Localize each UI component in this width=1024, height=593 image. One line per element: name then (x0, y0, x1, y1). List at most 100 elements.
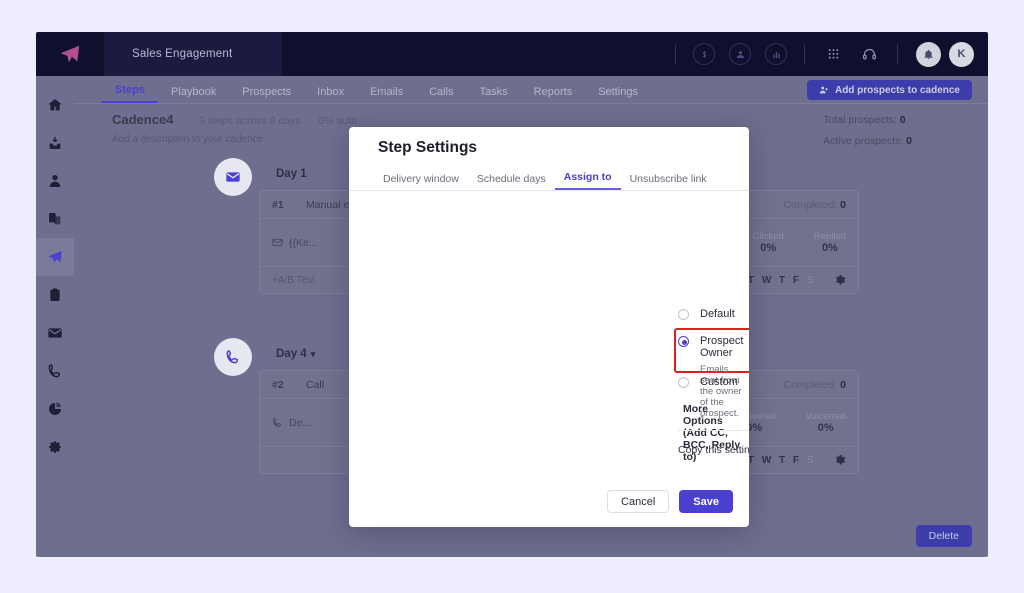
tab-schedule-days[interactable]: Schedule days (468, 173, 555, 190)
cadence-stats: Total prospects: 0 Active prospects: 0 (823, 110, 912, 152)
tab-settings[interactable]: Settings (585, 86, 651, 103)
metric-label: Replied (813, 231, 846, 242)
day-label-text: Day 4 (276, 348, 307, 360)
total-prospects-value: 0 (899, 114, 906, 126)
completed-label: Completed: (783, 378, 838, 391)
cadence-meta: 3 steps across 9 days 0% auto (199, 115, 357, 127)
tab-assign-to[interactable]: Assign to (554, 171, 621, 190)
app-window: Sales Engagement K Steps Playbook Prospe… (36, 32, 988, 557)
chevron-down-icon[interactable]: ▾ (311, 349, 316, 360)
brand-name: Sales Engagement (104, 32, 282, 76)
topbar-actions: K (665, 32, 988, 76)
sidebar-item-cadences[interactable] (36, 238, 74, 276)
copy-setting-row: Copy this setting for all emails in this… (678, 443, 749, 457)
tab-steps[interactable]: Steps (102, 84, 158, 103)
add-prospects-button[interactable]: Add prospects to cadence (806, 80, 972, 100)
day-label[interactable]: Day 4 ▾ (276, 348, 315, 360)
tab-unsubscribe-link[interactable]: Unsubscribe link (621, 173, 716, 190)
chart-circle-icon[interactable] (765, 43, 787, 65)
tab-calls[interactable]: Calls (416, 86, 466, 103)
active-prospects-label: Active prospects: (823, 135, 904, 147)
completed-value: 0 (840, 378, 846, 391)
tab-reports[interactable]: Reports (521, 86, 586, 103)
cadence-title: Cadence4 (112, 112, 174, 127)
divider (675, 44, 676, 64)
completed-count: Completed: 0 (784, 379, 846, 391)
delete-button[interactable]: Delete (915, 525, 972, 547)
metric-replied: Replied 0% (814, 231, 846, 254)
person-circle-icon[interactable] (729, 43, 751, 65)
sidebar-item-tasks[interactable] (36, 276, 74, 314)
step-number: #2 (272, 378, 284, 391)
sidebar-item-emails[interactable] (36, 314, 74, 352)
divider (678, 430, 749, 431)
mail-icon (272, 237, 283, 248)
day-label[interactable]: Day 1 (276, 168, 307, 180)
divider (897, 44, 898, 64)
step-subject: {{Ke... (272, 237, 318, 249)
completed-count: Completed: 0 (784, 199, 846, 211)
dollar-circle-icon[interactable] (693, 43, 715, 65)
top-bar: Sales Engagement K (36, 32, 988, 76)
sidebar-item-reports[interactable] (36, 390, 74, 428)
sidebar-item-calls[interactable] (36, 352, 74, 390)
metric-label: Clicked (752, 231, 784, 242)
metric-value: 0% (760, 242, 777, 254)
paper-plane-icon[interactable] (36, 32, 104, 76)
metric-value: 0% (817, 422, 834, 434)
add-prospects-label: Add prospects to cadence (834, 84, 960, 96)
cancel-button[interactable]: Cancel (607, 490, 670, 513)
total-prospects-label: Total prospects: (823, 114, 897, 126)
sidebar-item-prospects[interactable] (36, 162, 74, 200)
step-subject-text: De... (289, 416, 312, 429)
save-button[interactable]: Save (679, 490, 733, 513)
copy-setting-label: Copy this setting for all emails in this… (678, 444, 749, 456)
modal-footer: Cancel Save (607, 490, 733, 513)
apps-grid-icon[interactable] (823, 44, 843, 64)
gear-icon[interactable] (834, 454, 846, 466)
person-plus-icon (819, 85, 829, 95)
radio-prospect-owner-icon[interactable] (678, 336, 689, 347)
modal-tabs: Delivery window Schedule days Assign to … (349, 167, 749, 191)
step-metrics: Answered 0% Voicemail 0% (733, 411, 846, 434)
avatar[interactable]: K (949, 41, 974, 67)
ab-test-button[interactable]: +A/B Test (272, 275, 315, 286)
step-subject-text: {{Ke... (289, 236, 318, 249)
option-prospect-owner-row: Prospect Owner (678, 335, 749, 359)
cadence-auto-summary: 0% auto (318, 115, 358, 127)
phone-icon (272, 417, 283, 428)
total-prospects-row: Total prospects: 0 (823, 110, 912, 131)
cadence-description[interactable]: Add a description to your cadence (112, 134, 263, 145)
sidebar (36, 76, 74, 557)
sidebar-item-home[interactable] (36, 86, 74, 124)
tab-prospects[interactable]: Prospects (229, 86, 304, 103)
step-subject: De... (272, 417, 311, 429)
mail-icon (214, 158, 252, 196)
tab-inbox[interactable]: Inbox (304, 86, 357, 103)
option-prospect-owner-label: Prospect Owner (700, 335, 744, 359)
divider (804, 44, 805, 64)
day-label-text: Day 1 (276, 168, 307, 180)
radio-default-icon[interactable] (678, 309, 689, 320)
option-custom[interactable]: Custom (678, 376, 738, 388)
option-default[interactable]: Default (678, 308, 735, 320)
option-default-label: Default (700, 308, 735, 320)
completed-value: 0 (840, 198, 846, 211)
gear-icon[interactable] (834, 274, 846, 286)
phone-icon (214, 338, 252, 376)
metric-clicked: Clicked 0% (753, 231, 784, 254)
sidebar-item-inbox[interactable] (36, 124, 74, 162)
sidebar-item-settings[interactable] (36, 428, 74, 466)
tab-delivery-window[interactable]: Delivery window (374, 173, 468, 190)
headset-icon[interactable] (859, 44, 879, 64)
radio-custom-icon[interactable] (678, 377, 689, 388)
metric-value: 0% (821, 242, 838, 254)
step-number: #1 (272, 198, 284, 211)
cadence-steps-summary: 3 steps across 9 days (199, 115, 301, 127)
bell-icon[interactable] (916, 41, 941, 67)
tab-emails[interactable]: Emails (357, 86, 416, 103)
tab-playbook[interactable]: Playbook (158, 86, 229, 103)
tab-tasks[interactable]: Tasks (467, 86, 521, 103)
sidebar-item-documents[interactable] (36, 200, 74, 238)
modal-title: Step Settings (378, 139, 478, 156)
